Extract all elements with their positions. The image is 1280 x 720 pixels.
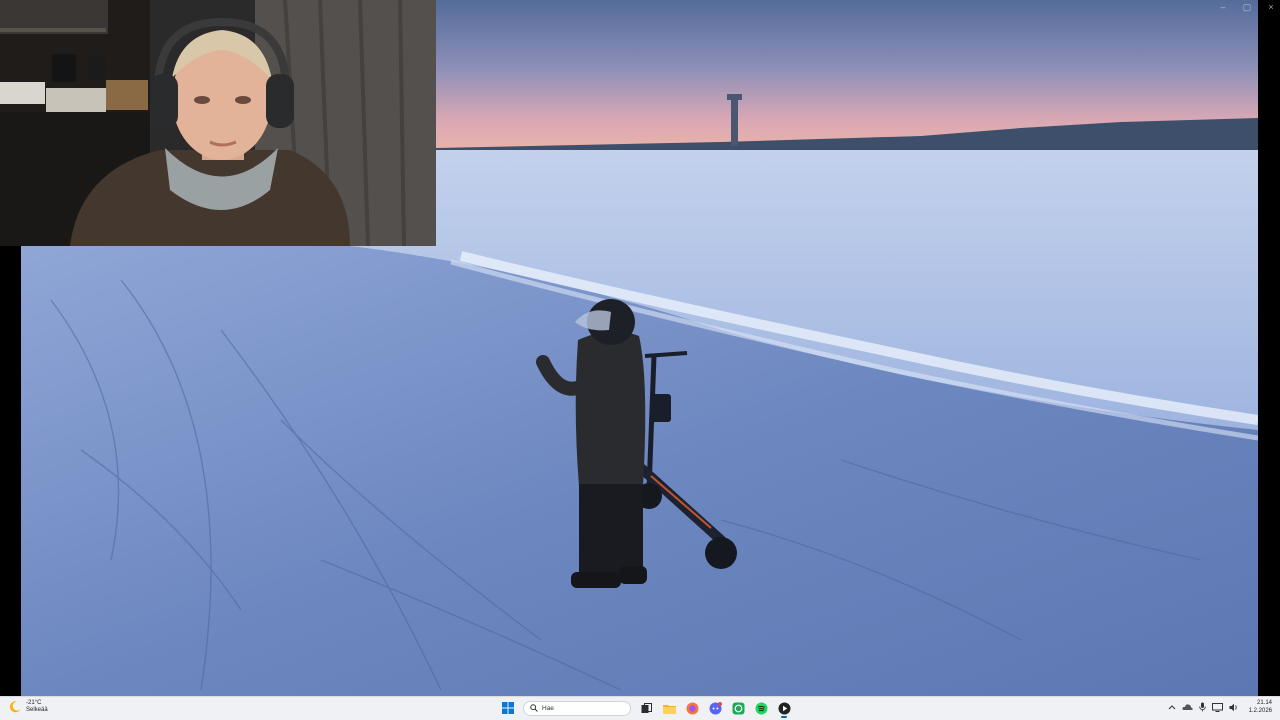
webcam-overlay	[0, 0, 436, 246]
taskbar: -21°C Selkeää Hae 21.14 1.2.2026	[0, 696, 1280, 720]
clock-date: 1.2.2026	[1248, 708, 1272, 714]
close-icon[interactable]: ×	[1266, 2, 1276, 12]
system-tray: 21.14 1.2.2026	[1168, 699, 1272, 715]
file-explorer-icon	[662, 704, 676, 714]
task-view-button[interactable]	[638, 699, 654, 717]
spotify-icon	[755, 702, 767, 714]
webcam-frame	[0, 0, 436, 246]
firefox-icon	[686, 702, 698, 714]
volume-icon[interactable]	[1229, 703, 1239, 712]
discord-button[interactable]	[707, 699, 723, 717]
firefox-button[interactable]	[684, 699, 700, 717]
discord-icon	[709, 701, 722, 714]
taskbar-center: Hae	[500, 699, 792, 718]
weather-widget[interactable]: -21°C Selkeää	[8, 700, 48, 714]
moon-icon	[9, 701, 21, 713]
desktop-stage: – ▢ ×	[0, 0, 1280, 696]
microphone-icon[interactable]	[1198, 702, 1206, 712]
maximize-icon[interactable]: ▢	[1242, 2, 1252, 12]
clock-time: 21.14	[1256, 700, 1272, 706]
start-icon	[502, 702, 514, 714]
minimize-icon[interactable]: –	[1218, 2, 1228, 12]
search-placeholder: Hae	[542, 704, 554, 712]
weather-condition: Selkeää	[26, 707, 48, 713]
chevron-up-icon[interactable]	[1168, 704, 1176, 710]
onedrive-icon[interactable]	[1182, 703, 1193, 711]
media-player-button[interactable]	[776, 699, 792, 718]
window-controls: – ▢ ×	[1218, 2, 1276, 12]
search-icon	[530, 704, 538, 712]
task-view-icon	[641, 702, 652, 713]
start-button[interactable]	[500, 699, 516, 717]
whatsapp-button[interactable]	[730, 699, 746, 717]
network-icon[interactable]	[1211, 702, 1223, 712]
file-explorer-button[interactable]	[661, 699, 677, 717]
media-player-icon	[778, 702, 790, 714]
clock[interactable]: 21.14 1.2.2026	[1249, 699, 1272, 715]
taskbar-search[interactable]: Hae	[523, 700, 631, 716]
whatsapp-icon	[732, 702, 744, 714]
weather-temperature: -21°C	[26, 700, 42, 706]
spotify-button[interactable]	[753, 699, 769, 717]
